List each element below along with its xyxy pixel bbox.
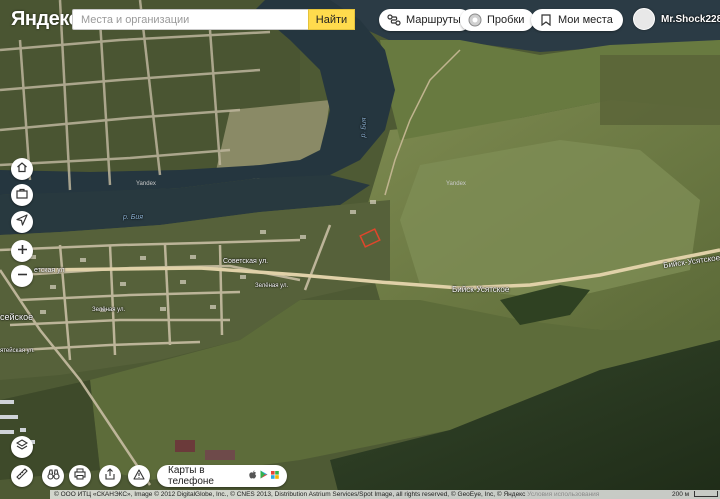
username[interactable]: Mr.Shock228 (661, 14, 720, 25)
plot-red-2 (205, 450, 235, 460)
route-icon (387, 13, 401, 27)
street-label-sovetskaya: Советская ул. (223, 258, 269, 265)
road-label-main: Бийск-Усятское (452, 285, 510, 294)
mobile-apps-label: Карты в телефоне (168, 465, 214, 487)
binoculars-icon (46, 467, 60, 485)
traffic-icon (468, 13, 482, 27)
yandex-logo[interactable]: Яндекс (11, 8, 80, 31)
share-icon (104, 467, 116, 485)
layers-button[interactable] (11, 436, 33, 458)
minus-icon (17, 267, 28, 285)
home-icon (16, 160, 28, 178)
locate-button[interactable] (11, 211, 33, 233)
google-play-icon (260, 470, 268, 482)
app-stores (249, 470, 279, 482)
plot-red-1 (175, 440, 195, 452)
zoom-in-button[interactable] (11, 240, 33, 262)
my-places-button[interactable]: Мои места (531, 9, 623, 31)
my-places-label: Мои места (558, 14, 613, 26)
ruler-icon (16, 467, 28, 485)
watermark-yandex-1: Yandex (136, 181, 156, 187)
routes-label: Маршруты (406, 14, 461, 26)
plus-icon (17, 242, 28, 260)
print-button[interactable] (69, 465, 91, 487)
briefcase-icon (16, 186, 28, 204)
search-button[interactable]: Найти (308, 9, 355, 30)
traffic-button[interactable]: Пробки (460, 9, 535, 31)
location-arrow-icon (16, 213, 28, 231)
copyright-bar: © ООО ИТЦ «СКАНЭКС», Image © 2012 Digita… (50, 490, 720, 499)
share-button[interactable] (99, 465, 121, 487)
satellite-map[interactable] (0, 0, 720, 499)
copyright-text: © ООО ИТЦ «СКАНЭКС», Image © 2012 Digita… (54, 491, 526, 498)
ruler-button[interactable] (11, 465, 33, 487)
panorama-button[interactable] (42, 465, 64, 487)
routes-button[interactable]: Маршруты (379, 9, 471, 31)
home-button[interactable] (11, 158, 33, 180)
watermark-yandex-2: Yandex (446, 181, 466, 187)
work-button[interactable] (11, 184, 33, 206)
print-icon (74, 467, 86, 485)
street-label-zelenaya: Зелёная ул. (255, 283, 289, 289)
terms-link[interactable]: Условия использования (527, 491, 599, 498)
village-northeast (600, 55, 720, 125)
street-label-cut: ятейская ул. (0, 348, 35, 354)
apple-icon (249, 470, 257, 482)
traffic-label: Пробки (487, 14, 525, 26)
warning-icon (133, 467, 145, 485)
zoom-out-button[interactable] (11, 265, 33, 287)
layers-icon (15, 438, 29, 456)
mobile-apps-button[interactable]: Карты в телефоне (157, 465, 287, 487)
avatar[interactable] (633, 8, 655, 30)
street-label-sovetskaya-cut: етская ул (34, 267, 65, 274)
report-button[interactable] (128, 465, 150, 487)
field-east-light (400, 140, 700, 300)
windows-icon (271, 470, 279, 482)
scale-label: 200 м (672, 491, 690, 498)
river-label-left: р. Бия (123, 214, 143, 221)
bookmark-icon (539, 13, 553, 27)
village-label-cut: сейское (0, 312, 34, 322)
street-label-zelenaya-2: Зелёная ул. (92, 307, 126, 313)
river-label-top: р. Бия (360, 117, 368, 138)
scale-bar (694, 491, 718, 497)
